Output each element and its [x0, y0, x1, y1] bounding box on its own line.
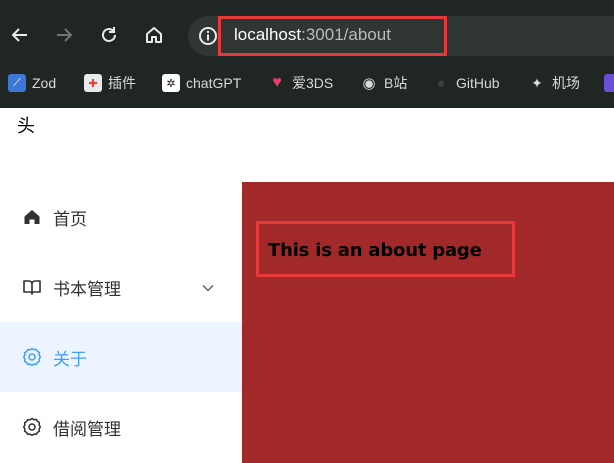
arrow-left-icon [11, 28, 27, 42]
bookmark-label: 爱3DS [292, 75, 334, 91]
forward-button[interactable] [49, 20, 79, 50]
home-button[interactable] [139, 20, 169, 50]
header-title: 头 [17, 116, 35, 137]
app-icon [604, 74, 614, 92]
bookmark-label: Zod [32, 75, 57, 91]
sidebar-item-home[interactable]: 首页 [0, 182, 242, 252]
puzzle-icon: ✚ [84, 74, 102, 92]
bookmarks-bar: ⟋ Zod ✚ 插件 ✲ chatGPT ♥ 爱3DS ◉ B站 ● GitHub ✦ 机场 [0, 66, 614, 98]
bookmark-plugins[interactable]: ✚ 插件 [84, 72, 136, 94]
bookmark-bilibili[interactable]: ◉ B站 [360, 72, 407, 94]
bookmark-zod[interactable]: ⟋ Zod [8, 72, 56, 94]
sidebar-item-label: 书本管理 [53, 280, 121, 300]
book-icon [23, 280, 41, 295]
bookmark-chatgpt[interactable]: ✲ chatGPT [162, 72, 241, 94]
home-icon [24, 210, 40, 224]
url-highlight-box [218, 16, 447, 56]
bookmark-label: B站 [384, 75, 408, 91]
heart-icon: ♥ [272, 74, 282, 91]
reload-icon [102, 27, 116, 42]
sidebar-item-label: 首页 [53, 210, 87, 230]
sidebar-item-label: 借阅管理 [53, 420, 121, 440]
bookmark-overflow[interactable] [604, 72, 614, 94]
zod-icon: ⟋ [8, 74, 26, 92]
browser-chrome: localhost:3001/about ⟋ Zod ✚ 插件 ✲ chatGPT ♥… [0, 0, 614, 108]
sidebar-item-label: 关于 [53, 350, 87, 370]
page-header [0, 108, 614, 182]
bookmark-label: 插件 [108, 75, 136, 91]
gear-icon [22, 417, 42, 437]
sidebar-item-books[interactable]: 书本管理 [0, 252, 242, 322]
bookmark-airport[interactable]: ✦ 机场 [528, 72, 580, 94]
gear-icon [22, 347, 42, 367]
house-icon [146, 27, 162, 43]
bookmark-github[interactable]: ● GitHub [432, 72, 500, 94]
sidebar-menu: 首页 书本管理 关于 借阅管理 [0, 182, 242, 463]
chevron-down-icon[interactable] [201, 281, 215, 295]
sparkle-icon: ✦ [531, 74, 543, 91]
bookmark-label: GitHub [456, 75, 500, 91]
info-icon[interactable] [198, 26, 218, 46]
globe-icon: ◉ [362, 75, 376, 92]
github-icon: ● [436, 74, 446, 92]
bookmark-label: 机场 [552, 75, 580, 91]
sidebar-item-about[interactable]: 关于 [0, 322, 242, 392]
reload-button[interactable] [94, 20, 124, 50]
browser-toolbar: localhost:3001/about [0, 0, 614, 66]
back-button[interactable] [5, 20, 35, 50]
bookmark-3ds[interactable]: ♥ 爱3DS [268, 72, 333, 94]
bookmark-label: chatGPT [186, 75, 242, 91]
arrow-right-icon [57, 28, 73, 42]
sidebar-item-borrow[interactable]: 借阅管理 [0, 392, 242, 462]
text-highlight-box [256, 221, 515, 277]
openai-icon: ✲ [162, 74, 180, 92]
